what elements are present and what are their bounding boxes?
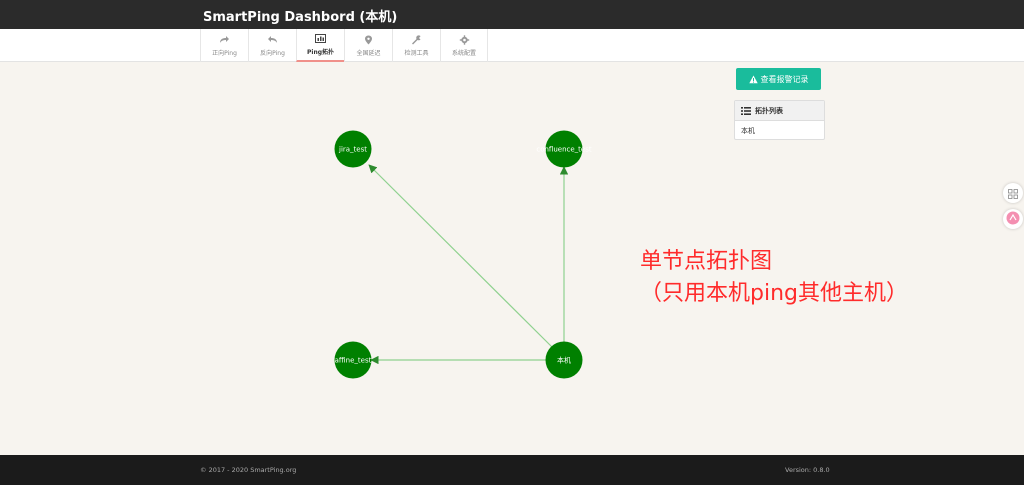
node-label: confluence_test	[536, 146, 592, 154]
node-local[interactable]: 本机	[545, 341, 583, 379]
edge-local-to-jira	[368, 164, 553, 348]
node-label: 本机	[557, 356, 571, 365]
map-marker-icon	[363, 34, 375, 45]
topology-list-item[interactable]: 本机	[735, 121, 824, 140]
tab-label: 全国延迟	[356, 50, 381, 57]
nav-bar: 正向Ping 反向Ping Ping拓扑 全国延迟 检测工具 系统配置	[0, 29, 1024, 62]
annotation-line-2: （只用本机ping其他主机）	[640, 281, 908, 306]
tab-label: 系统配置	[451, 50, 476, 57]
tab-settings[interactable]: 系统配置	[440, 29, 488, 62]
grid-icon	[1008, 184, 1018, 203]
node-jira-test[interactable]: jira_test	[334, 130, 372, 168]
wrench-icon	[411, 34, 423, 45]
annotation-text: 单节点拓扑图 （只用本机ping其他主机）	[640, 246, 908, 310]
tab-forward-ping[interactable]: 正向Ping	[200, 29, 248, 62]
tab-label: 正向Ping	[212, 50, 237, 57]
tab-label: Ping拓扑	[306, 49, 335, 56]
assistant-button[interactable]	[1003, 209, 1023, 229]
tab-reverse-ping[interactable]: 反向Ping	[248, 29, 296, 62]
app-title[interactable]: SmartPing Dashbord (本机)	[203, 6, 397, 25]
version-text: Version: 0.8.0	[785, 466, 830, 474]
node-label: affine_test	[335, 357, 372, 365]
tab-tools[interactable]: 检测工具	[392, 29, 440, 62]
node-affine-test[interactable]: affine_test	[334, 341, 372, 379]
node-label: jira_test	[338, 146, 367, 154]
top-bar: SmartPing Dashbord (本机)	[0, 0, 1024, 29]
bar-chart-icon	[315, 33, 327, 44]
footer: © 2017 - 2020 SmartPing.org Version: 0.8…	[0, 455, 1024, 485]
panel-title: 拓扑列表	[755, 106, 783, 115]
tab-label: 检测工具	[404, 50, 429, 57]
reply-icon	[267, 34, 279, 45]
assistant-icon	[1006, 210, 1020, 229]
node-confluence-test[interactable]: confluence_test	[536, 130, 592, 168]
tab-national-latency[interactable]: 全国延迟	[344, 29, 392, 62]
gear-icon	[458, 34, 470, 45]
view-alarm-records-button[interactable]: 查看报警记录	[736, 68, 821, 90]
share-icon	[219, 34, 231, 45]
app-grid-button[interactable]	[1003, 183, 1023, 203]
list-icon	[741, 106, 751, 115]
alarm-button-label: 查看报警记录	[760, 74, 809, 84]
nav-tabs: 正向Ping 反向Ping Ping拓扑 全国延迟 检测工具 系统配置	[200, 29, 488, 62]
tab-ping-topology[interactable]: Ping拓扑	[296, 29, 344, 62]
topology-list-panel: 拓扑列表 本机	[734, 100, 825, 140]
annotation-line-1: 单节点拓扑图	[640, 249, 773, 274]
floating-side-buttons	[1003, 183, 1023, 235]
warning-icon	[748, 75, 758, 84]
tab-label: 反向Ping	[260, 50, 285, 57]
copyright-text: © 2017 - 2020 SmartPing.org	[200, 466, 297, 474]
panel-header: 拓扑列表	[735, 101, 824, 121]
